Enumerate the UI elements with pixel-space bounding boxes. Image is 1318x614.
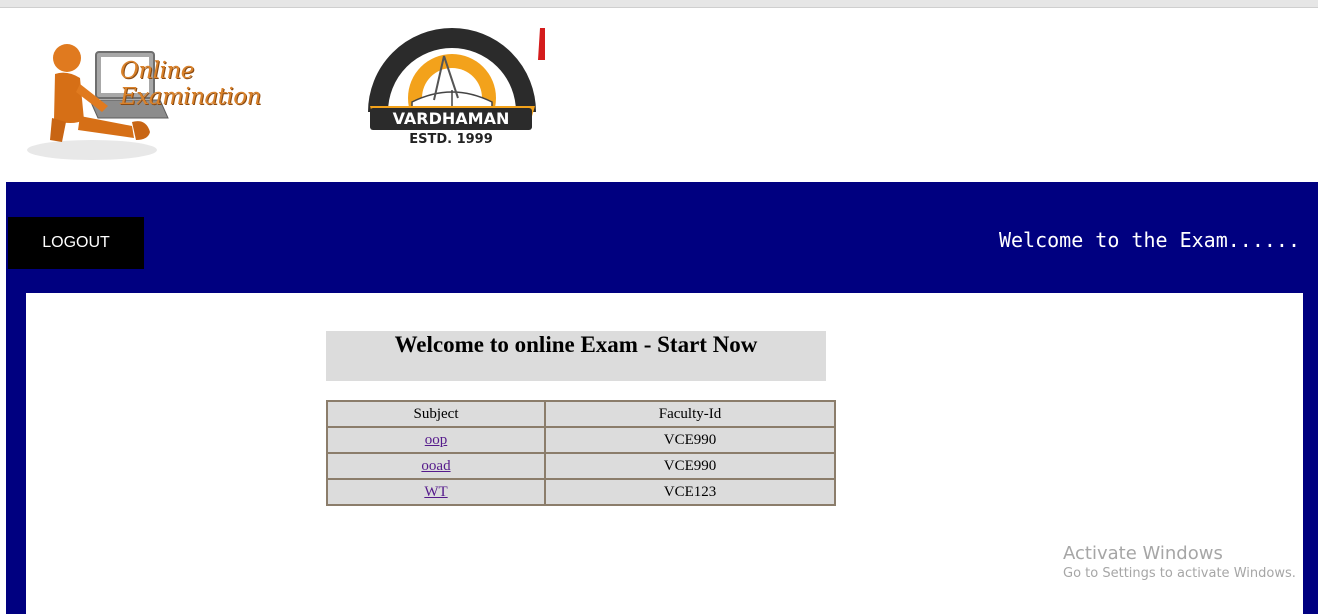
faculty-id-cell: VCE990: [545, 427, 835, 453]
college-logo-estd: ESTD. 1999: [409, 132, 493, 147]
activate-windows-watermark: Activate Windows Go to Settings to activ…: [1063, 543, 1296, 581]
faculty-id-cell: VCE123: [545, 479, 835, 505]
activate-windows-title: Activate Windows: [1063, 543, 1223, 564]
column-header-subject: Subject: [327, 401, 545, 427]
column-header-faculty-id: Faculty-Id: [545, 401, 835, 427]
subjects-table: Subject Faculty-Id oop VCE990 ooad VCE99…: [326, 400, 836, 506]
subject-link-ooad[interactable]: ooad: [421, 458, 450, 474]
faculty-id-cell: VCE990: [545, 453, 835, 479]
table-row: ooad VCE990: [327, 453, 835, 479]
college-logo-name: VARDHAMAN: [370, 108, 532, 130]
subject-link-wt[interactable]: WT: [424, 484, 447, 500]
subject-cell: oop: [327, 427, 545, 453]
subject-cell: WT: [327, 479, 545, 505]
table-row: oop VCE990: [327, 427, 835, 453]
online-examination-logo: Online Examination: [22, 22, 322, 162]
online-examination-logo-text: Online Examination: [120, 58, 261, 110]
subject-cell: ooad: [327, 453, 545, 479]
page-title: Welcome to online Exam - Start Now: [394, 332, 758, 357]
college-logo: VARDHAMAN ESTD. 1999: [360, 20, 545, 155]
logout-button[interactable]: LOGOUT: [8, 217, 144, 269]
activate-windows-subtitle: Go to Settings to activate Windows.: [1063, 566, 1296, 581]
table-header-row: Subject Faculty-Id: [327, 401, 835, 427]
subject-link-oop[interactable]: oop: [425, 432, 448, 448]
browser-top-strip: [0, 0, 1318, 8]
welcome-marquee: Welcome to the Exam......: [998, 228, 1300, 252]
heading-box: Welcome to online Exam - Start Now: [326, 331, 826, 381]
table-row: WT VCE123: [327, 479, 835, 505]
